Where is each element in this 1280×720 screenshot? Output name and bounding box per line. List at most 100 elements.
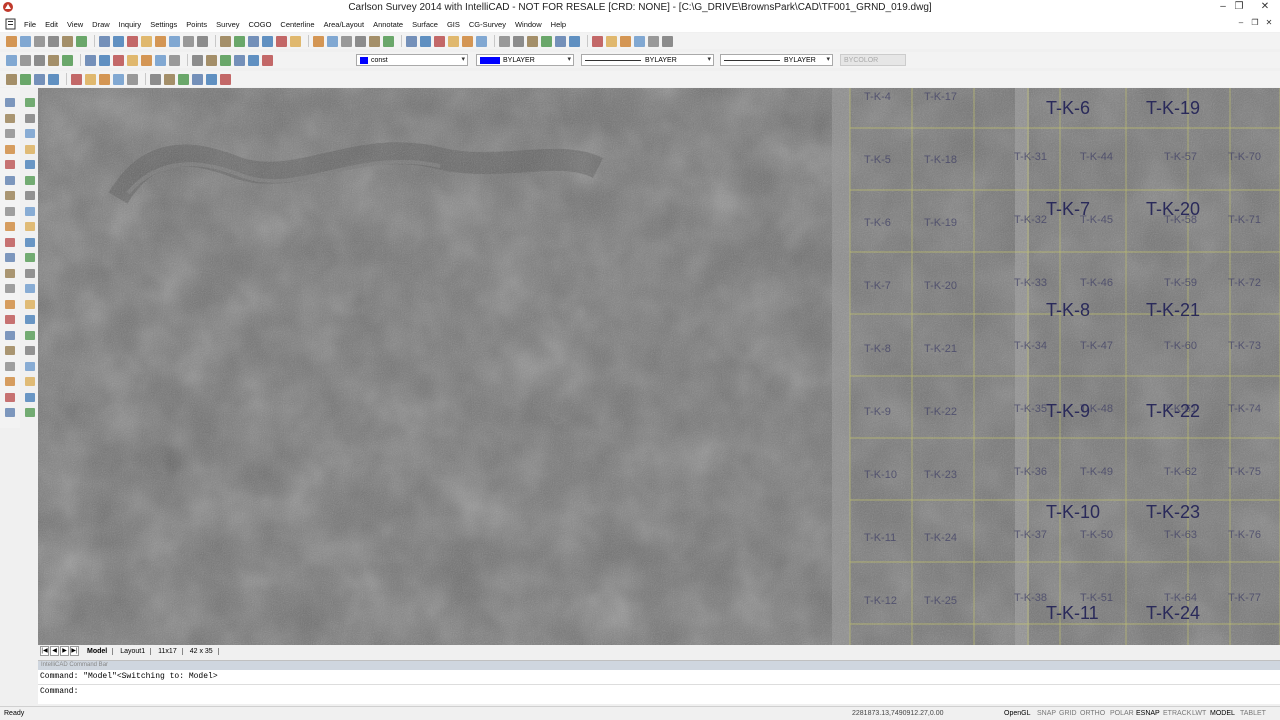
draw-tool-28-icon[interactable]	[25, 299, 35, 309]
drawing-area[interactable]: T-K-4 T-K-5 T-K-6 T-K-7 T-K-8 T-K-9 T-K-10 T-K-…	[38, 88, 1280, 645]
command-input[interactable]: Command:	[38, 684, 1280, 698]
tab-11x17[interactable]: 11x17	[153, 647, 183, 655]
standard-tool-11-icon[interactable]	[155, 35, 166, 47]
menu-file[interactable]: File	[24, 20, 36, 29]
draw-tool-32-icon[interactable]	[25, 330, 35, 340]
standard-tool-15-icon[interactable]	[220, 35, 231, 47]
menu-gis[interactable]: GIS	[447, 20, 460, 29]
draw-tool-42-icon[interactable]	[25, 408, 35, 417]
menu-view[interactable]: View	[67, 20, 83, 29]
props-tool-2-icon[interactable]	[20, 54, 31, 66]
standard-tool-18-icon[interactable]	[262, 35, 273, 47]
props-tool-15-icon[interactable]	[220, 54, 231, 66]
doc-minimize-button[interactable]: –	[1236, 18, 1246, 27]
standard-tool-28-icon[interactable]	[420, 35, 431, 47]
props-tool-17-icon[interactable]	[248, 54, 259, 66]
props-tool-4-icon[interactable]	[48, 54, 59, 66]
toggle-grid[interactable]: GRID	[1059, 710, 1077, 717]
layer-dropdown[interactable]: const ▾	[356, 54, 468, 66]
standard-tool-29-icon[interactable]	[434, 35, 445, 47]
draw-tool-41-icon[interactable]	[5, 408, 15, 417]
props-tool-11-icon[interactable]	[155, 54, 166, 66]
draw-tool-34-icon[interactable]	[25, 346, 35, 355]
menu-area-layout[interactable]: Area/Layout	[324, 20, 364, 29]
next-tab-button[interactable]: ▶	[60, 646, 69, 656]
draw-tool-6-icon[interactable]	[25, 129, 35, 138]
standard-tool-25-icon[interactable]	[369, 35, 380, 47]
minimize-button[interactable]: –	[1216, 1, 1230, 13]
toggle-opengl[interactable]: OpenGL	[1004, 710, 1030, 717]
tab-model[interactable]: Model	[82, 647, 114, 655]
standard-tool-35-icon[interactable]	[527, 35, 538, 47]
toggle-polar[interactable]: POLAR	[1110, 710, 1134, 717]
standard-tool-2-icon[interactable]	[20, 35, 31, 47]
draw-tool-5-icon[interactable]	[5, 129, 15, 138]
standard-tool-26-icon[interactable]	[383, 35, 394, 47]
doc-restore-button[interactable]: ❐	[1250, 18, 1260, 27]
survey-tool-14-icon[interactable]	[206, 73, 217, 85]
draw-tool-19-icon[interactable]	[5, 237, 15, 247]
menu-survey[interactable]: Survey	[216, 20, 239, 29]
menu-annotate[interactable]: Annotate	[373, 20, 403, 29]
menu-cogo[interactable]: COGO	[249, 20, 272, 29]
standard-tool-27-icon[interactable]	[406, 35, 417, 47]
props-tool-1-icon[interactable]	[6, 54, 17, 66]
survey-tool-4-icon[interactable]	[48, 73, 59, 85]
survey-tool-2-icon[interactable]	[20, 73, 31, 85]
close-button[interactable]: ✕	[1258, 1, 1272, 13]
menu-cg-survey[interactable]: CG-Survey	[469, 20, 506, 29]
draw-tool-16-icon[interactable]	[25, 206, 35, 216]
draw-tool-8-icon[interactable]	[25, 144, 35, 154]
standard-tool-34-icon[interactable]	[513, 35, 524, 47]
draw-tool-18-icon[interactable]	[25, 222, 35, 231]
draw-tool-22-icon[interactable]	[25, 253, 35, 262]
draw-tool-4-icon[interactable]	[25, 113, 35, 123]
survey-tool-15-icon[interactable]	[220, 73, 231, 85]
standard-tool-16-icon[interactable]	[234, 35, 245, 47]
standard-tool-6-icon[interactable]	[76, 35, 87, 47]
props-tool-12-icon[interactable]	[169, 54, 180, 66]
toggle-model[interactable]: MODEL	[1210, 710, 1235, 717]
draw-tool-38-icon[interactable]	[25, 377, 35, 386]
restore-button[interactable]: ❐	[1232, 1, 1246, 13]
survey-tool-8-icon[interactable]	[113, 73, 124, 85]
lineweight-dropdown[interactable]: BYLAYER ▾	[720, 54, 833, 66]
draw-tool-26-icon[interactable]	[25, 284, 35, 293]
doc-close-button[interactable]: ✕	[1264, 18, 1274, 27]
color-dropdown[interactable]: BYLAYER ▾	[476, 54, 574, 66]
draw-tool-35-icon[interactable]	[5, 361, 15, 371]
standard-tool-41-icon[interactable]	[620, 35, 631, 47]
standard-tool-43-icon[interactable]	[648, 35, 659, 47]
standard-tool-8-icon[interactable]	[113, 35, 124, 47]
standard-tool-5-icon[interactable]	[62, 35, 73, 47]
standard-tool-9-icon[interactable]	[127, 35, 138, 47]
toggle-etrack[interactable]: ETRACK	[1163, 710, 1191, 717]
standard-tool-37-icon[interactable]	[555, 35, 566, 47]
toggle-esnap[interactable]: ESNAP	[1136, 710, 1160, 717]
survey-tool-10-icon[interactable]	[150, 73, 161, 85]
linetype-dropdown[interactable]: BYLAYER ▾	[581, 54, 714, 66]
standard-tool-32-icon[interactable]	[476, 35, 487, 47]
survey-tool-9-icon[interactable]	[127, 73, 138, 85]
standard-tool-21-icon[interactable]	[313, 35, 324, 47]
menu-centerline[interactable]: Centerline	[280, 20, 314, 29]
draw-tool-11-icon[interactable]	[5, 175, 15, 185]
draw-tool-23-icon[interactable]	[5, 268, 15, 278]
standard-tool-1-icon[interactable]	[6, 35, 17, 47]
draw-tool-20-icon[interactable]	[25, 237, 35, 247]
draw-tool-3-icon[interactable]	[5, 113, 15, 123]
menu-edit[interactable]: Edit	[45, 20, 58, 29]
toggle-tablet[interactable]: TABLET	[1240, 710, 1266, 717]
menu-points[interactable]: Points	[186, 20, 207, 29]
standard-tool-39-icon[interactable]	[592, 35, 603, 47]
survey-tool-11-icon[interactable]	[164, 73, 175, 85]
standard-tool-40-icon[interactable]	[606, 35, 617, 47]
document-icon[interactable]	[4, 18, 18, 30]
props-tool-5-icon[interactable]	[62, 54, 73, 66]
draw-tool-2-icon[interactable]	[25, 98, 35, 107]
props-tool-7-icon[interactable]	[99, 54, 110, 66]
standard-tool-30-icon[interactable]	[448, 35, 459, 47]
standard-tool-31-icon[interactable]	[462, 35, 473, 47]
draw-tool-13-icon[interactable]	[5, 191, 15, 200]
standard-tool-12-icon[interactable]	[169, 35, 180, 47]
